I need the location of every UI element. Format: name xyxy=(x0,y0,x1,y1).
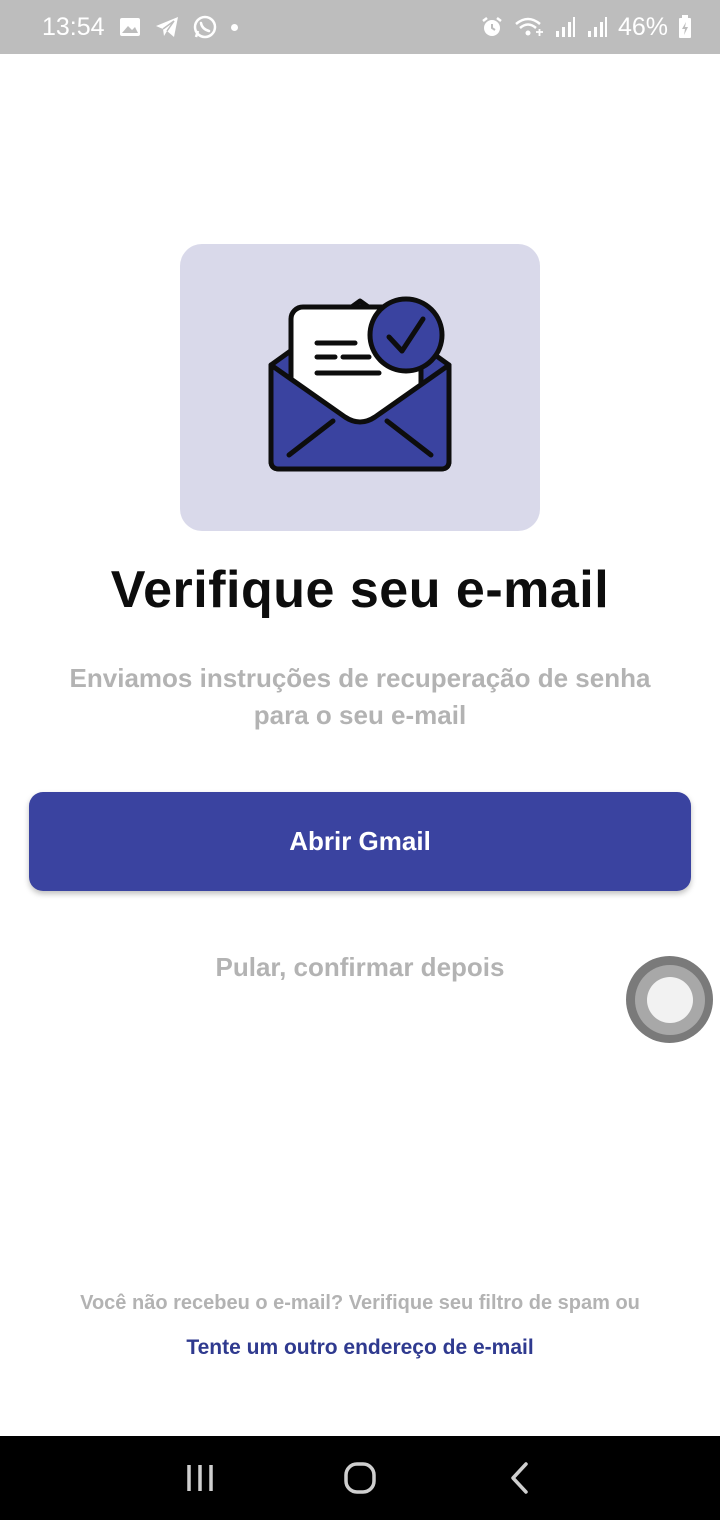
clock: 13:54 xyxy=(42,12,105,41)
whatsapp-icon xyxy=(193,15,217,39)
back-icon[interactable] xyxy=(490,1448,550,1508)
status-bar-left: 13:54 xyxy=(42,13,238,42)
assistive-touch-core xyxy=(646,976,693,1023)
page-subtitle: Enviamos instruções de recuperação de se… xyxy=(69,663,651,730)
navigation-bar xyxy=(0,1436,720,1520)
spam-hint-text: Você não recebeu o e-mail? Verifique seu… xyxy=(80,1292,640,1314)
notification-dot-icon xyxy=(230,23,238,31)
open-gmail-button[interactable]: Abrir Gmail xyxy=(29,792,691,891)
status-bar-right: 46% xyxy=(480,13,692,42)
signal-icon xyxy=(554,16,576,38)
envelope-check-icon xyxy=(268,296,452,471)
recent-apps-icon[interactable] xyxy=(170,1448,230,1508)
telegram-icon xyxy=(155,16,179,38)
battery-icon xyxy=(678,15,692,39)
assistive-touch-button[interactable] xyxy=(626,956,713,1043)
skip-confirm-later-link[interactable]: Pular, confirmar depois xyxy=(0,952,720,983)
try-another-email-link[interactable]: Tente um outro endereço de e-mail xyxy=(0,1336,720,1360)
status-bar: 13:54 46% xyxy=(0,0,720,54)
battery-percent: 46% xyxy=(617,12,668,41)
image-icon xyxy=(119,17,141,37)
page-title: Verifique seu e-mail xyxy=(110,561,610,619)
email-illustration-card xyxy=(180,244,540,531)
home-icon[interactable] xyxy=(330,1448,390,1508)
alarm-icon xyxy=(480,15,504,39)
signal-icon xyxy=(586,16,608,38)
assistive-touch-ring xyxy=(634,964,705,1035)
wifi-icon xyxy=(514,16,544,38)
